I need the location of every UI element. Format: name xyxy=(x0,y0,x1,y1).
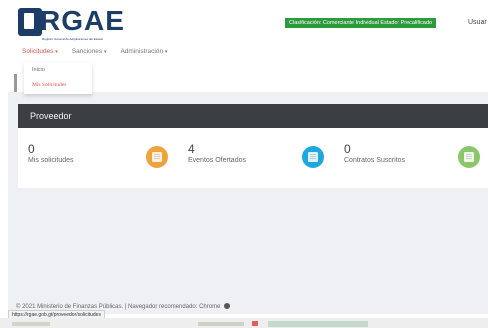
bottom-strip-marker xyxy=(252,321,258,326)
panel-header: Proveedor xyxy=(18,104,488,128)
nav-item-solicitudes[interactable]: Solicitudes ▾ xyxy=(22,46,58,58)
panel-title: Proveedor xyxy=(30,111,72,121)
nav-item-sanciones[interactable]: Sanciones ▾ xyxy=(72,46,107,58)
logo-subtitle: Registro General de Adquisiciones del Es… xyxy=(42,37,104,41)
bottom-strip xyxy=(0,318,488,328)
header: RGAE Registro General de Adquisiciones d… xyxy=(0,0,488,62)
bottom-strip-segment xyxy=(198,322,244,326)
list-icon[interactable] xyxy=(302,146,324,168)
stat-label: Contratos Suscritos xyxy=(344,157,406,164)
stat-contratos-suscritos[interactable]: 0 Contratos Suscritos xyxy=(344,142,405,166)
chevron-down-icon: ▾ xyxy=(103,49,107,55)
bottom-strip-segment xyxy=(12,322,50,326)
stat-eventos-ofertados[interactable]: 4 Eventos Ofertados xyxy=(188,142,246,166)
stat-label: Mis solicitudes xyxy=(28,157,74,164)
main-nav: Solicitudes ▾ Sanciones ▾ Administración… xyxy=(22,46,167,58)
nav-label-solicitudes: Solicitudes xyxy=(22,48,54,55)
dropdown-item-mis-solicitudes[interactable]: Mis Solicitudes xyxy=(32,82,66,88)
logo-mark-icon xyxy=(18,8,42,36)
screenshot-root: RGAE Registro General de Adquisiciones d… xyxy=(0,0,488,328)
document-icon[interactable] xyxy=(458,146,480,168)
chevron-down-icon: ▾ xyxy=(55,49,58,55)
chevron-down-icon: ▾ xyxy=(164,49,168,55)
panel-body: 0 Mis solicitudes 4 Eventos Ofertados 0 … xyxy=(18,128,488,188)
stat-count: 0 xyxy=(28,142,35,156)
classification-status-badge: Clasificación: Comerciante Individual Es… xyxy=(285,18,437,28)
stat-count: 4 xyxy=(188,142,195,156)
sidebar-toggle[interactable] xyxy=(14,74,17,92)
stat-mis-solicitudes[interactable]: 0 Mis solicitudes xyxy=(28,142,74,166)
logo-text: RGAE xyxy=(40,5,125,36)
nav-label-sanciones: Sanciones xyxy=(71,48,103,55)
stat-label: Eventos Ofertados xyxy=(188,157,246,164)
user-menu[interactable]: Usuar xyxy=(468,18,487,28)
bottom-strip-segment xyxy=(268,321,368,327)
nav-item-administracion[interactable]: Administración ▾ xyxy=(120,46,167,58)
chrome-icon xyxy=(224,303,231,310)
rgae-logo[interactable]: RGAE Registro General de Adquisiciones d… xyxy=(18,6,124,41)
dropdown-item-inicio[interactable]: Inicio xyxy=(32,67,45,73)
stat-count: 0 xyxy=(344,142,351,156)
solicitudes-dropdown-menu: Inicio Mis Solicitudes xyxy=(24,62,92,94)
nav-label-administracion: Administración xyxy=(120,48,164,55)
calendar-icon[interactable] xyxy=(146,146,168,168)
